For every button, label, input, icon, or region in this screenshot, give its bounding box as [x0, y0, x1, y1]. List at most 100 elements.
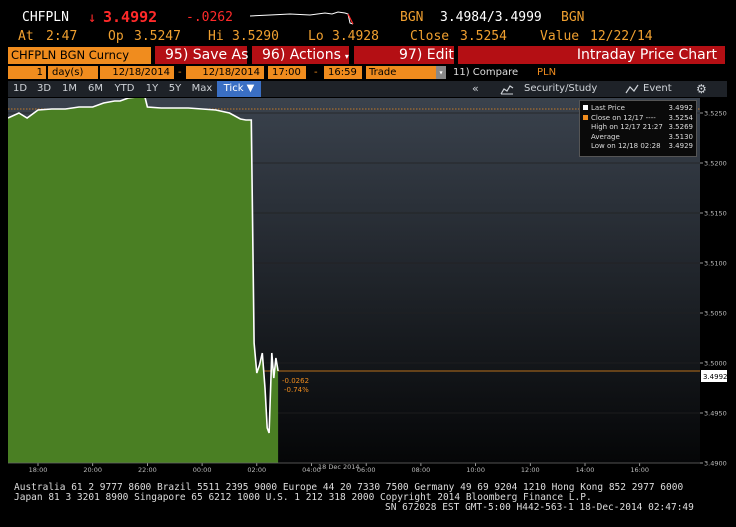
x-tick-label: 14:00 — [576, 466, 595, 474]
x-tick-label: 18:00 — [29, 466, 48, 474]
x-tick-label: 00:00 — [193, 466, 212, 474]
low-value: 3.4928 — [332, 29, 379, 44]
ticker: CHFPLN — [22, 10, 69, 25]
source-label-2: BGN — [561, 10, 585, 25]
legend-swatch-icon — [583, 105, 588, 110]
tab-tick[interactable]: Tick ▼ — [217, 81, 261, 97]
value-date: 12/22/14 — [590, 29, 653, 44]
legend-label: Close on 12/17 ---- — [583, 114, 656, 124]
last-price: 3.4992 — [103, 8, 158, 26]
sparkline-icon — [250, 11, 354, 25]
gear-icon[interactable]: ⚙ — [696, 81, 707, 97]
period-unit-select[interactable]: day(s) — [48, 66, 98, 79]
x-tick-label: 08:00 — [412, 466, 431, 474]
tab-1y[interactable]: 1Y — [141, 81, 163, 97]
tab-5y[interactable]: 5Y — [163, 81, 187, 97]
y-tick-label: 3.5050 — [704, 310, 727, 318]
y-tick-label: 3.4950 — [704, 410, 727, 418]
footer-line-3: SN 672028 EST GMT-5:00 H442-563-1 18-Dec… — [385, 502, 694, 513]
tab-max[interactable]: Max — [187, 81, 217, 97]
legend-label: Low on 12/18 02:28 — [583, 142, 661, 152]
high-value: 3.5290 — [232, 29, 279, 44]
low-label: Lo — [308, 29, 324, 44]
legend-value: 3.5130 — [668, 132, 694, 141]
actions-button[interactable]: 96) Actions ▾ — [252, 46, 349, 64]
close-value: 3.5254 — [460, 29, 507, 44]
last-price-tag-label: 3.4992 — [703, 373, 727, 381]
line-chart-icon[interactable] — [500, 84, 514, 95]
compare-button[interactable]: 11) Compare — [453, 66, 518, 79]
tab-6m[interactable]: 6M — [83, 81, 108, 97]
event-icon[interactable] — [625, 84, 639, 95]
security-study-button[interactable]: Security/Study — [524, 81, 597, 97]
y-tick-label: 3.5250 — [704, 110, 727, 118]
x-tick-label: 16:00 — [630, 466, 649, 474]
legend-text: High on 12/17 21:27 — [591, 123, 663, 131]
end-date-input[interactable]: 12/18/2014 — [186, 66, 264, 79]
event-button[interactable]: Event — [643, 81, 672, 97]
tab-1d[interactable]: 1D — [8, 81, 32, 97]
down-arrow-icon: ↓ — [88, 10, 97, 26]
x-tick-label: 10:00 — [466, 466, 485, 474]
legend-value: 3.5254 — [668, 113, 694, 122]
legend-value: 3.5269 — [668, 123, 694, 131]
tab-ytd[interactable]: YTD — [108, 81, 141, 97]
period-number-input[interactable]: 1 — [8, 66, 46, 79]
legend-text: Last Price — [591, 104, 625, 112]
open-label: Op — [108, 29, 124, 44]
legend-row[interactable]: Average 3.5130 — [583, 133, 693, 143]
date-label: 18 Dec 2014 — [318, 463, 360, 471]
legend-row[interactable]: High on 12/17 21:27 3.5269 — [583, 123, 693, 133]
change-annotation: -0.0262 — [282, 377, 309, 385]
area-layer — [8, 98, 279, 463]
legend-swatch-icon — [583, 124, 588, 129]
at-label: At — [18, 29, 34, 44]
legend-swatch-icon — [583, 114, 588, 120]
legend-row[interactable]: Close on 12/17 ---- 3.5254 — [583, 114, 693, 124]
legend-label: Average — [583, 133, 620, 143]
period-tabs: 1D 3D 1M 6M YTD 1Y 5Y Max Tick ▼ — [8, 81, 261, 97]
x-tick-label: 22:00 — [138, 466, 157, 474]
y-axis: 3.5250 3.5200 3.5150 3.5100 3.5050 3.5000 3.49… — [700, 110, 727, 468]
edit-button[interactable]: 97) Edit▾ — [354, 46, 472, 64]
price-area — [8, 98, 279, 463]
y-tick-label: 3.5100 — [704, 260, 727, 268]
currency-field[interactable]: PLN — [537, 66, 556, 79]
chevron-down-icon: ▾ — [344, 52, 349, 61]
legend-row[interactable]: Last Price 3.4992 — [583, 104, 693, 114]
collapse-icon[interactable]: « — [472, 81, 479, 97]
net-change: -.0262 — [186, 10, 233, 25]
mode-select[interactable]: Trade — [366, 66, 436, 79]
x-tick-label: 02:00 — [247, 466, 266, 474]
legend-swatch-icon — [583, 143, 588, 148]
security-field[interactable]: CHFPLN BGN Curncy — [8, 47, 151, 64]
tab-1m[interactable]: 1M — [56, 81, 83, 97]
legend-swatch-icon — [583, 134, 588, 139]
actions-label: 96) Actions — [262, 47, 341, 63]
legend-row[interactable]: Low on 12/18 02:28 3.4929 — [583, 142, 693, 152]
x-tick-label: 20:00 — [83, 466, 102, 474]
time-range-dash: - — [314, 67, 318, 78]
source-label: BGN — [400, 10, 424, 25]
x-tick-label: 12:00 — [521, 466, 540, 474]
x-tick-label: 06:00 — [357, 466, 376, 474]
end-time-input[interactable]: 16:59 — [324, 66, 362, 79]
legend-text: Low on 12/18 02:28 — [591, 142, 661, 150]
legend-text: Close on 12/17 ---- — [591, 113, 656, 122]
mode-dropdown-icon[interactable]: ▾ — [436, 66, 446, 79]
save-as-button[interactable]: 95) Save As — [155, 46, 248, 64]
high-label: Hi — [208, 29, 224, 44]
y-tick-label: 3.4900 — [704, 460, 727, 468]
chart-legend[interactable]: Last Price 3.4992 Close on 12/17 ---- 3.52… — [579, 100, 697, 157]
value-label: Value — [540, 29, 580, 44]
date-range-dash: - — [178, 67, 182, 78]
y-tick-label: 3.5150 — [704, 210, 727, 218]
start-time-input[interactable]: 17:00 — [268, 66, 306, 79]
start-date-input[interactable]: 12/18/2014 — [100, 66, 174, 79]
bid-ask: 3.4984/3.4999 — [440, 10, 542, 25]
legend-value: 3.4929 — [668, 142, 694, 150]
at-time: 2:47 — [46, 29, 78, 44]
legend-value: 3.4992 — [668, 104, 694, 112]
tab-3d[interactable]: 3D — [32, 81, 56, 97]
pct-annotation: -0.74% — [284, 386, 309, 394]
